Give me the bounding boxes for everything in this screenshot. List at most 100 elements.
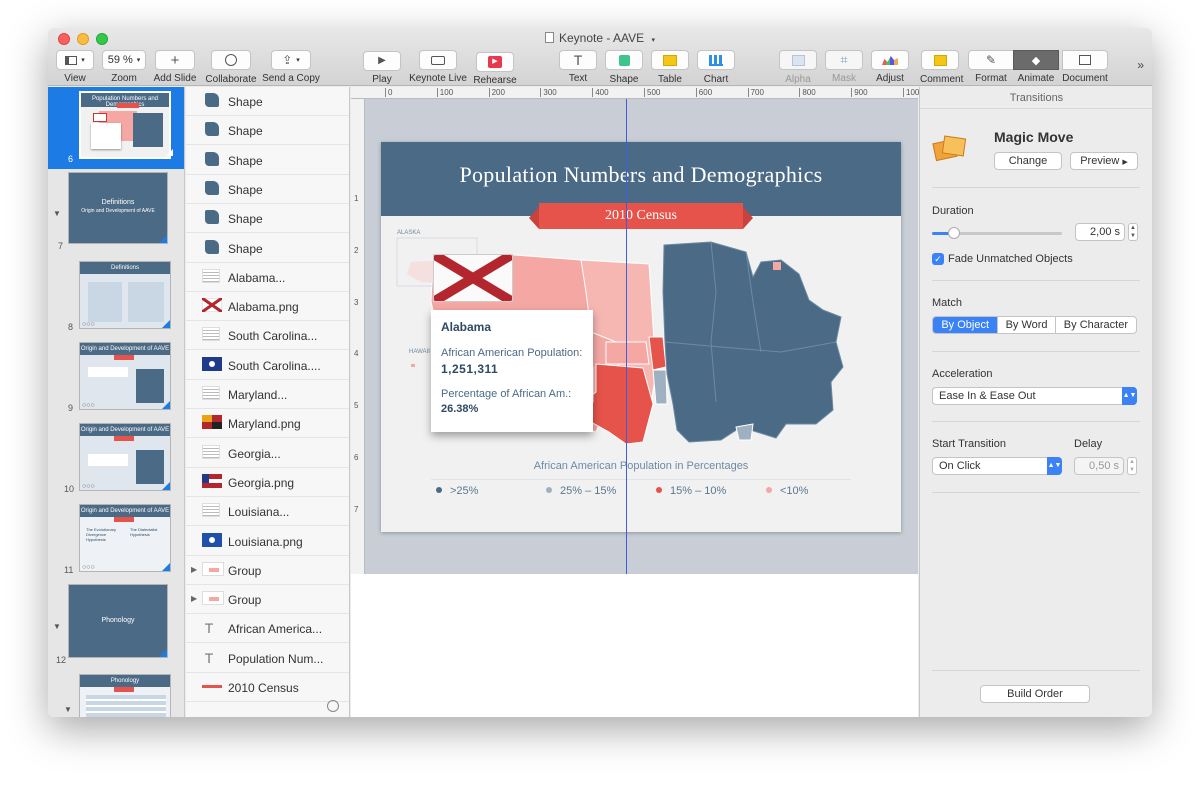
object-list-item[interactable]: Maryland.png [186,409,349,439]
slide-canvas[interactable]: 0 100 200 300 400 500 600 700 800 900 1000 1234567 [351,87,924,717]
format-control[interactable]: ✎ Format [968,50,1014,84]
slide-thumbnail-12[interactable]: Phonology [68,584,168,658]
fade-checkbox[interactable]: ✓ [932,253,944,265]
disclosure-triangle-icon[interactable]: ▶ [191,594,197,603]
adjust-control[interactable]: Adjust [871,50,909,84]
slide-thumbnail-11[interactable]: Origin and Development of AAVE The Evolu… [79,504,171,572]
object-list-item[interactable]: Louisiana... [186,497,349,527]
alabama-flag-image[interactable] [433,254,513,302]
slider-knob[interactable] [948,227,961,239]
alpha-control[interactable]: Alpha [779,50,817,85]
keynote-live-button[interactable] [419,50,457,70]
delay-field[interactable]: 0,50 s [1074,457,1124,475]
horizontal-ruler[interactable]: 0 100 200 300 400 500 600 700 800 900 1000 [351,87,924,99]
text-control[interactable]: T Text [559,50,597,84]
zoom-popup[interactable]: 59 % ▾ [102,50,146,70]
match-by-object[interactable]: By Object [933,317,999,333]
duration-stepper[interactable]: ▲ ▼ [1128,223,1138,241]
map-region-mid-gray[interactable] [652,369,668,405]
table-control[interactable]: Table [651,50,689,85]
collapse-triangle-icon[interactable]: ▼ [53,209,61,218]
map-region-florida-keys[interactable] [735,423,754,441]
filter-icon[interactable] [327,700,339,712]
add-slide-button[interactable]: + [155,50,195,70]
collaborate-control[interactable]: Collaborate [204,50,258,85]
comment-control[interactable]: Comment [920,50,963,85]
match-by-word[interactable]: By Word [998,317,1056,333]
object-list-item[interactable]: 2010 Census [186,673,349,702]
vertical-ruler[interactable]: 1 2 3 4 5 6 7 [351,99,365,574]
object-list-item[interactable]: T Population Num... [186,644,349,673]
match-by-character[interactable]: By Character [1056,317,1136,333]
chart-control[interactable]: Chart [697,50,735,85]
current-slide[interactable]: Population Numbers and Demographics 2010… [381,142,901,532]
object-list-item[interactable]: South Carolina... [186,321,349,351]
state-callout[interactable]: Alabama African American Population: 1,2… [431,310,593,432]
collaborate-button[interactable] [211,50,251,70]
disclosure-triangle-icon[interactable]: ▶ [191,565,197,574]
rehearse-control[interactable]: ▶ Rehearse [472,50,518,86]
collapse-triangle-icon[interactable]: ▼ [64,705,72,714]
map-region-hawaii[interactable] [411,364,415,367]
preview-button[interactable]: Preview ▶ [1070,152,1138,170]
alpha-button[interactable] [779,50,817,70]
zoom-control[interactable]: 59 % ▾ Zoom [102,50,146,84]
object-list-item[interactable]: ▶ Group [186,556,349,585]
collapse-triangle-icon[interactable]: ▼ [53,622,61,631]
text-button[interactable]: T [559,50,597,70]
object-list-item[interactable]: Alabama... [186,263,349,292]
adjust-button[interactable] [871,50,909,70]
object-list[interactable]: Shape Shape Shape Shape Shape Shape Alabama...… [186,87,350,717]
object-list-item[interactable]: Shape [186,204,349,234]
map-caption[interactable]: African American Population in Percentag… [381,460,901,472]
object-list-item[interactable]: Shape [186,146,349,175]
object-list-item[interactable]: Louisiana.png [186,527,349,556]
census-banner[interactable]: 2010 Census [529,203,753,229]
object-list-item[interactable]: Alabama.png [186,292,349,322]
rehearse-button[interactable]: ▶ [476,52,514,72]
play-control[interactable]: ▶ Play [363,50,401,85]
slide-thumbnail-13[interactable]: Phonology [79,674,171,717]
shape-button[interactable] [605,50,643,70]
document-button[interactable] [1062,50,1108,70]
object-list-item[interactable]: South Carolina.... [186,351,349,380]
object-list-item[interactable]: Maryland... [186,380,349,409]
start-transition-popup[interactable]: On Click ▲▼ [932,457,1062,475]
animate-control[interactable]: ◆ Animate [1013,50,1059,84]
map-new-england-small[interactable] [773,262,781,270]
object-list-item[interactable]: Shape [186,87,349,116]
duration-field[interactable]: 2,00 s [1075,223,1125,241]
acceleration-popup[interactable]: Ease In & Ease Out ▲▼ [932,387,1137,405]
map-region-east[interactable] [662,241,844,443]
mask-button[interactable]: ⌗ [825,50,863,70]
view-button[interactable]: ▾ [56,50,94,70]
slide-title[interactable]: Population Numbers and Demographics [381,162,901,188]
toolbar-overflow-button[interactable]: » [1137,58,1144,72]
object-list-item[interactable]: Shape [186,234,349,263]
slide-thumbnail-10[interactable]: Origin and Development of AAVE [79,423,171,491]
add-slide-control[interactable]: + Add Slide [152,50,198,84]
object-list-item[interactable]: T African America... [186,614,349,644]
keynote-live-control[interactable]: Keynote Live [406,50,470,84]
object-list-item[interactable]: Shape [186,175,349,204]
comment-button[interactable] [921,50,959,70]
document-control[interactable]: Document [1058,50,1112,84]
object-list-item[interactable]: Shape [186,116,349,146]
animate-button[interactable]: ◆ [1013,50,1059,70]
change-button[interactable]: Change [994,152,1062,170]
match-segmented-control[interactable]: By Object By Word By Character [932,316,1137,334]
send-copy-control[interactable]: ⇪ ▾ Send a Copy [262,50,320,84]
slide-thumbnail-6[interactable]: Population Numbers and Demographics [79,91,171,159]
delay-stepper[interactable]: ▲ ▼ [1127,457,1137,475]
build-order-button[interactable]: Build Order [980,685,1090,703]
send-copy-button[interactable]: ⇪ ▾ [271,50,311,70]
view-control[interactable]: ▾ View [56,50,94,84]
window-title[interactable]: Keynote - AAVE ▾ [48,31,1152,45]
table-button[interactable] [651,50,689,70]
shape-control[interactable]: Shape [605,50,643,85]
object-list-item[interactable]: Georgia... [186,439,349,468]
duration-slider[interactable] [932,226,1062,240]
slide-thumbnail-7[interactable]: Definitions Origin and Development of AA… [68,172,168,244]
slide-thumbnail-9[interactable]: Origin and Development of AAVE [79,342,171,410]
slide-thumbnail-8[interactable]: Definitions [79,261,171,329]
